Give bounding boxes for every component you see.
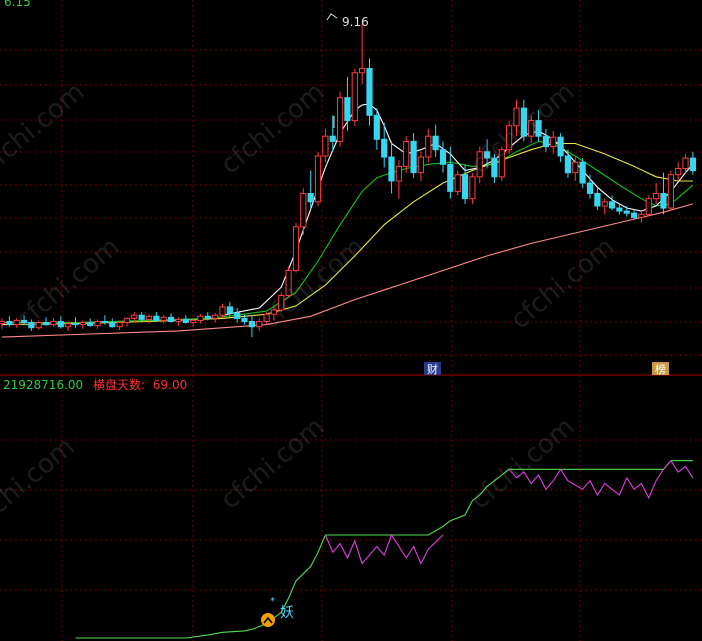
svg-text:*: *	[270, 596, 275, 607]
candle-up	[601, 201, 608, 207]
candle-up	[190, 319, 197, 323]
candle-down	[586, 182, 594, 194]
candle-down	[381, 138, 388, 158]
candle-down	[101, 321, 109, 323]
candle-up	[667, 174, 674, 209]
candle-down	[226, 306, 234, 314]
candle-up	[160, 316, 167, 321]
candle-down	[329, 135, 336, 142]
candle-up	[0, 321, 6, 325]
candle-up	[322, 135, 329, 157]
candle-up	[550, 136, 557, 148]
candle-up	[116, 322, 123, 328]
candle-up	[395, 165, 402, 182]
top-left-price-label: 6.15	[4, 0, 31, 9]
candle-up	[197, 315, 204, 321]
candle-up	[682, 157, 689, 170]
candle-down	[689, 157, 696, 172]
candle-up	[675, 168, 682, 176]
svg-text:榜: 榜	[655, 362, 666, 376]
candle-up	[256, 321, 263, 328]
candle-down	[153, 315, 160, 321]
candle-up	[212, 314, 219, 319]
candle-up	[359, 68, 366, 74]
candle-down	[6, 321, 13, 326]
candle-up	[175, 318, 182, 322]
candle-down	[72, 323, 79, 326]
candle-down	[564, 155, 571, 174]
candle-up	[123, 317, 131, 324]
candle-up	[131, 314, 138, 319]
candle-down	[167, 316, 175, 322]
candle-up	[645, 198, 652, 215]
candle-down	[234, 312, 241, 319]
candle-down	[439, 149, 447, 165]
candle-up	[454, 174, 461, 192]
candle-down	[432, 135, 439, 151]
candle-down	[557, 136, 564, 157]
candle-down	[57, 321, 64, 328]
candle-down	[594, 193, 601, 207]
candle-up	[337, 97, 344, 142]
candle-down	[373, 114, 380, 140]
candle-down	[366, 68, 373, 116]
candle-up	[351, 72, 358, 122]
candle-down	[623, 210, 630, 214]
yao-label: 妖	[280, 605, 294, 621]
candle-up	[300, 193, 307, 228]
candle-up	[469, 176, 476, 200]
candle-up	[417, 156, 424, 174]
candle-down	[87, 322, 94, 327]
candle-up	[314, 155, 322, 203]
candle-down	[608, 201, 616, 209]
candle-up	[403, 140, 410, 167]
candle-down	[579, 161, 586, 184]
candle-down	[631, 212, 638, 218]
candle-up	[145, 315, 153, 320]
candle-up	[79, 322, 87, 326]
candle-down	[248, 321, 256, 328]
candle-up	[292, 226, 300, 272]
candle-down	[447, 163, 454, 192]
candle-down	[410, 140, 417, 174]
candle-up	[572, 161, 579, 174]
candle-down	[542, 135, 549, 148]
candle-down	[109, 322, 116, 328]
candle-down	[660, 193, 667, 209]
candle-up	[94, 321, 101, 327]
peak-price-label: 9.16	[342, 15, 369, 29]
candle-up	[65, 323, 72, 328]
candle-down	[616, 207, 623, 212]
indicator-header: 21928716.00 横盘天数: 69.00	[3, 377, 187, 392]
svg-text:财: 财	[427, 362, 438, 376]
candle-down	[461, 174, 469, 200]
candle-up	[50, 321, 57, 326]
indicator-label: 横盘天数:	[93, 377, 145, 392]
bang-badge[interactable]: 榜	[652, 362, 669, 376]
stock-chart: 6.15 9.16 财 榜 21928716.00 横盘天数: 69.00 * …	[0, 0, 702, 641]
candle-down	[307, 193, 314, 203]
candle-down	[138, 314, 145, 320]
candle-up	[425, 135, 432, 158]
indicator-days: 69.00	[153, 378, 187, 392]
indicator-value: 21928716.00	[3, 378, 83, 392]
candle-down	[388, 156, 395, 182]
candle-down	[204, 315, 211, 319]
candle-up	[219, 306, 226, 316]
candle-down	[182, 318, 189, 323]
candle-up	[638, 213, 645, 218]
candle-down	[344, 97, 351, 122]
cai-badge[interactable]: 财	[424, 362, 441, 376]
candle-down	[241, 317, 248, 322]
candle-up	[653, 193, 660, 200]
